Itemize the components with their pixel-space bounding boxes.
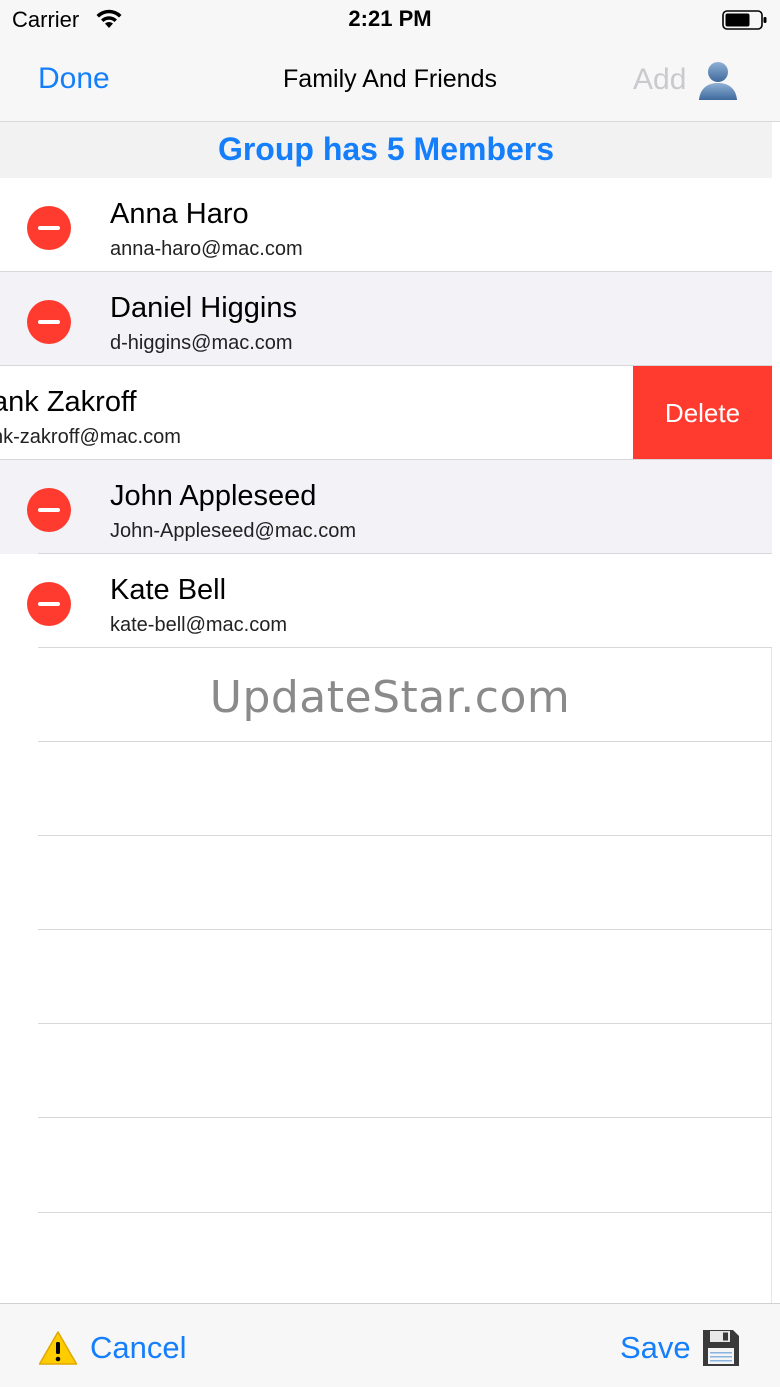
empty-row-divider	[38, 1023, 772, 1024]
add-member-button[interactable]: Add	[633, 60, 740, 100]
member-email: anna-haro@mac.com	[110, 238, 303, 260]
person-icon	[699, 62, 738, 100]
member-row-swiped[interactable]: ank Zakroff nk-zakroff@mac.com Delete	[0, 366, 772, 460]
member-name: John Appleseed	[110, 480, 317, 512]
member-email: nk-zakroff@mac.com	[0, 426, 181, 448]
member-row[interactable]: Kate Bell kate-bell@mac.com	[0, 554, 772, 648]
battery-icon	[722, 10, 767, 30]
member-name: ank Zakroff	[0, 386, 137, 418]
navigation-bar: Done Family And Friends Add	[0, 38, 780, 122]
floppy-disk-icon	[702, 1330, 739, 1366]
member-email: d-higgins@mac.com	[110, 332, 293, 354]
minus-circle-icon[interactable]	[27, 582, 71, 626]
watermark: UpdateStar.com	[209, 672, 571, 723]
group-header: Group has 5 Members	[0, 122, 772, 178]
empty-row-divider	[38, 741, 772, 742]
done-button[interactable]: Done	[38, 62, 110, 96]
member-name: Daniel Higgins	[110, 292, 297, 324]
empty-row-divider	[38, 929, 772, 930]
row-divider	[38, 647, 772, 648]
delete-button[interactable]: Delete	[633, 366, 772, 460]
warning-icon	[38, 1331, 78, 1365]
save-button[interactable]: Save	[620, 1326, 741, 1370]
member-email: John-Appleseed@mac.com	[110, 520, 356, 542]
member-name: Anna Haro	[110, 198, 249, 230]
member-row[interactable]: Daniel Higgins d-higgins@mac.com	[0, 272, 772, 366]
member-row[interactable]: John Appleseed John-Appleseed@mac.com	[0, 460, 772, 554]
member-email: kate-bell@mac.com	[110, 614, 288, 636]
save-label: Save	[620, 1330, 691, 1365]
cancel-button[interactable]: Cancel	[38, 1326, 187, 1370]
status-bar: Carrier 2:21 PM	[0, 0, 780, 38]
minus-circle-icon[interactable]	[27, 300, 71, 344]
member-count-label: Group has 5 Members	[217, 131, 555, 167]
add-button-label: Add	[633, 63, 687, 96]
empty-row-divider	[38, 1212, 772, 1213]
minus-circle-icon[interactable]	[27, 488, 71, 532]
cancel-label: Cancel	[90, 1330, 187, 1365]
clock: 2:21 PM	[348, 6, 432, 31]
member-name: Kate Bell	[110, 574, 227, 606]
minus-circle-icon[interactable]	[27, 206, 71, 250]
empty-row-divider	[38, 1117, 772, 1118]
bottom-toolbar: Cancel Save	[0, 1303, 780, 1387]
member-row[interactable]: Anna Haro anna-haro@mac.com	[0, 178, 772, 272]
empty-row-divider	[38, 835, 772, 836]
